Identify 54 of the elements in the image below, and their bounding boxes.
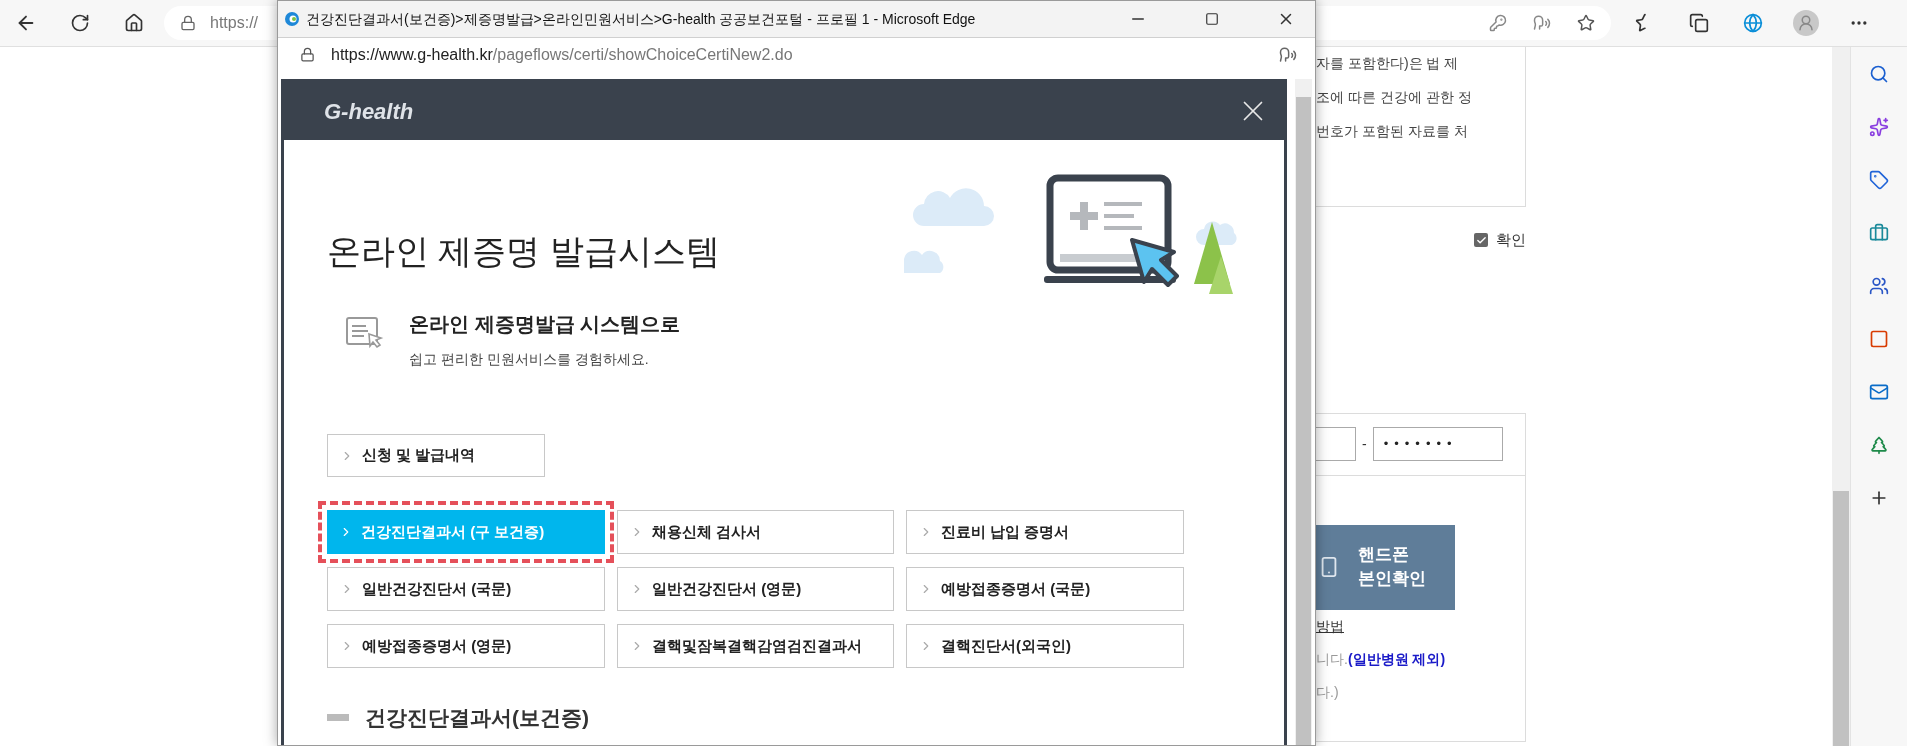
note-text: 니다.(일반병원 제외) [1316, 649, 1447, 669]
method-link[interactable]: 방법 [1316, 615, 1525, 637]
refresh-icon [70, 13, 90, 33]
check-icon [1475, 234, 1487, 246]
ssn-back-field[interactable]: ••••••• [1372, 427, 1503, 461]
read-aloud-icon[interactable] [1533, 14, 1551, 32]
logo: G-health [324, 97, 414, 126]
key-icon[interactable] [1489, 14, 1507, 32]
certificate-button[interactable]: 결핵및잠복결핵감염검진결과서 [617, 624, 894, 668]
notice-text: 조에 따른 건강에 관한 정 [1316, 88, 1473, 107]
page-heading: 온라인 제증명 발급시스템 [327, 231, 720, 272]
certificate-button[interactable]: 채용신체 검사서 [617, 510, 894, 554]
briefcase-icon[interactable] [1869, 223, 1889, 243]
popup-url: https://www.g-health.kr/pageflows/certi/showChoiceCertiNew2.do [331, 44, 793, 65]
certificate-button[interactable]: 예방접종증명서 (영문) [327, 624, 605, 668]
mail-icon[interactable] [1869, 382, 1889, 402]
site-icon [284, 11, 300, 27]
search-icon[interactable] [1869, 64, 1889, 84]
popup-scrollbar[interactable] [1295, 79, 1312, 745]
sparkle-icon[interactable] [1869, 117, 1889, 137]
tree-icon[interactable] [1869, 435, 1889, 455]
agree-label: 확인 [1496, 230, 1526, 250]
collections-icon[interactable] [1689, 13, 1709, 33]
profile-avatar[interactable] [1793, 10, 1819, 36]
add-favorite-icon[interactable] [1577, 14, 1595, 32]
people-icon[interactable] [1869, 276, 1889, 296]
person-icon [1797, 14, 1815, 32]
read-aloud-icon[interactable] [1279, 45, 1297, 64]
note-text: 다.) [1316, 682, 1340, 702]
intro-text: 쉽고 편리한 민원서비스를 경험하세요. [409, 350, 650, 369]
browser-icon[interactable] [1743, 13, 1763, 33]
maximize-icon[interactable] [1205, 12, 1219, 26]
lock-icon [300, 47, 315, 62]
intro-title: 온라인 제증명발급 시스템으로 [409, 312, 681, 337]
page-scrollbar[interactable] [1832, 47, 1850, 746]
phone-verify-button[interactable]: 핸드폰 본인확인 [1316, 524, 1455, 610]
certificate-button[interactable]: 일반건강진단서 (국문) [327, 567, 605, 611]
certificate-button[interactable]: 진료비 납입 증명서 [906, 510, 1184, 554]
window-title: 건강진단결과서(보건증)>제증명발급>온라인민원서비스>G-health 공공보건포털 - 프로필 1 - Microsoft Edge [306, 9, 976, 29]
agree-checkbox[interactable] [1474, 233, 1488, 248]
lock-icon [180, 15, 196, 31]
dash-text: - [1362, 434, 1367, 454]
notice-text: 번호가 포함된 자료를 처 [1316, 122, 1469, 141]
document-cursor-icon [345, 315, 385, 351]
section-marker [327, 714, 349, 722]
address-text: https:// [210, 13, 259, 33]
history-button[interactable]: 신청 및 발급내역 [327, 434, 545, 477]
notice-text: 자를 포함한다)은 법 제 [1316, 54, 1460, 73]
section-title: 건강진단결과서(보건증) [365, 705, 589, 731]
home-icon [124, 13, 144, 33]
certificate-button[interactable]: 일반건강진단서 (영문) [617, 567, 894, 611]
tag-icon[interactable] [1869, 170, 1889, 190]
certificate-button[interactable]: 결핵진단서(외국인) [906, 624, 1184, 668]
certificate-button[interactable]: 예방접종증명서 (국문) [906, 567, 1184, 611]
